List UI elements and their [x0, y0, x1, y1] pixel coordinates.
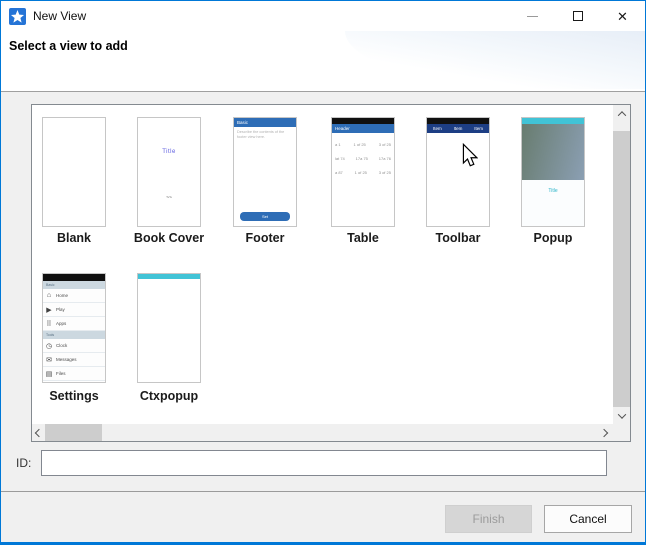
table-cell: 17a 76 [379, 156, 391, 161]
tizen-app-icon [9, 8, 26, 25]
settings-preview-row: ⌂ Home [43, 289, 105, 303]
table-cell: 3 of 25 [379, 142, 391, 147]
settings-preview-row: ▶ Play [43, 303, 105, 317]
id-label: ID: [16, 456, 31, 470]
window-controls: ✕ [510, 1, 645, 31]
minimize-icon [527, 16, 538, 17]
table-cell: 3 of 25 [379, 170, 391, 175]
clock-icon: ◷ [45, 342, 53, 350]
home-icon: ⌂ [45, 292, 53, 299]
table-cell: 1 of 25 [355, 170, 367, 175]
settings-row-label: Apps [56, 321, 66, 326]
apps-grid-icon: ⠿ [45, 320, 53, 328]
settings-preview-row: ⠿ Apps [43, 317, 105, 331]
popup-preview-title: Title [522, 188, 584, 194]
message-icon: ✉ [45, 356, 53, 364]
footer-preview-body: Describe the contents of the footer view… [237, 130, 293, 141]
close-icon: ✕ [617, 10, 628, 23]
settings-row-label: Files [56, 371, 66, 376]
settings-row-label: Play [56, 307, 65, 312]
chevron-left-icon [34, 428, 42, 436]
settings-preview-row: ✉ Messages [43, 353, 105, 367]
scroll-down-button[interactable] [613, 407, 630, 424]
settings-row-label: Home [56, 293, 68, 298]
template-popup-thumbnail[interactable]: Title [521, 117, 585, 227]
settings-row-label: Messages [56, 357, 77, 362]
settings-preview-row: ◷ Clock [43, 339, 105, 353]
table-cell: a 1 [335, 142, 341, 147]
template-ctxpopup-label: Ctxpopup [109, 389, 229, 403]
footer-preview-button: Set [240, 212, 290, 221]
toolbar-item: Item [454, 124, 463, 133]
window-title: New View [33, 9, 86, 23]
template-bookcover-thumbnail[interactable]: Title ~~ [137, 117, 201, 227]
chevron-down-icon [617, 410, 625, 418]
settings-row-label: Clock [56, 343, 67, 348]
template-popup-label: Popup [493, 231, 613, 245]
chevron-right-icon [599, 428, 607, 436]
title-bar: New View ✕ [1, 1, 645, 31]
template-blank-thumbnail[interactable] [42, 117, 106, 227]
minimize-button[interactable] [510, 1, 555, 31]
view-template-gallery: Blank Title ~~ Book Cover Basic Describe… [31, 104, 631, 442]
table-preview-row: a 87 1 of 25 3 of 25 [332, 170, 394, 175]
template-toolbar-thumbnail[interactable]: Item Item Item [426, 117, 490, 227]
maximize-button[interactable] [555, 1, 600, 31]
new-view-dialog: New View ✕ Select a view to add Blank Ti… [0, 0, 646, 545]
chevron-up-icon [617, 111, 625, 119]
settings-preview-section: Basic [43, 281, 105, 289]
vertical-scrollbar-thumb[interactable] [613, 131, 630, 407]
popup-preview-image [522, 124, 584, 180]
wizard-banner: Select a view to add [1, 31, 645, 92]
table-cell: 17a 75 [356, 156, 368, 161]
scrollbar-corner [612, 424, 630, 441]
table-preview-row: a 1 1 of 25 3 of 25 [332, 142, 394, 147]
settings-preview-section: Tools [43, 331, 105, 339]
vertical-scrollbar[interactable] [613, 105, 630, 424]
page-title: Select a view to add [9, 39, 128, 53]
button-bar-separator [1, 491, 645, 492]
settings-preview-row: ▤ Files [43, 367, 105, 381]
table-preview-header: Header [332, 124, 394, 133]
banner-gradient-decoration [345, 31, 645, 89]
table-cell: lat 74 [335, 156, 345, 161]
table-cell: 1 of 25 [354, 142, 366, 147]
bookcover-preview-author: ~~ [138, 195, 200, 201]
finish-button[interactable]: Finish [445, 505, 532, 533]
cancel-button[interactable]: Cancel [544, 505, 632, 533]
template-table-thumbnail[interactable]: Header a 1 1 of 25 3 of 25 lat 74 17a 75… [331, 117, 395, 227]
toolbar-item: Item [474, 124, 483, 133]
close-button[interactable]: ✕ [600, 1, 645, 31]
bookcover-preview-title: Title [138, 149, 200, 155]
table-cell: a 87 [335, 170, 343, 175]
toolbar-item: Item [433, 124, 442, 133]
id-input[interactable] [41, 450, 607, 476]
template-footer-thumbnail[interactable]: Basic Describe the contents of the foote… [233, 117, 297, 227]
folder-icon: ▤ [45, 370, 53, 378]
scroll-right-button[interactable] [595, 424, 612, 441]
horizontal-scrollbar[interactable] [32, 424, 612, 441]
horizontal-scrollbar-thumb[interactable] [45, 424, 102, 441]
ctxpopup-preview-strip [138, 274, 200, 279]
template-settings-thumbnail[interactable]: Basic ⌂ Home ▶ Play ⠿ Apps Tools ◷ Clock… [42, 273, 106, 383]
maximize-icon [573, 11, 583, 21]
settings-preview-statusbar [43, 274, 105, 281]
table-preview-row: lat 74 17a 75 17a 76 [332, 156, 394, 161]
footer-preview-header: Basic [234, 118, 296, 127]
play-icon: ▶ [45, 306, 53, 314]
scroll-up-button[interactable] [613, 105, 630, 122]
mouse-cursor [462, 143, 478, 168]
toolbar-preview-bar: Item Item Item [427, 124, 489, 133]
template-ctxpopup-thumbnail[interactable] [137, 273, 201, 383]
